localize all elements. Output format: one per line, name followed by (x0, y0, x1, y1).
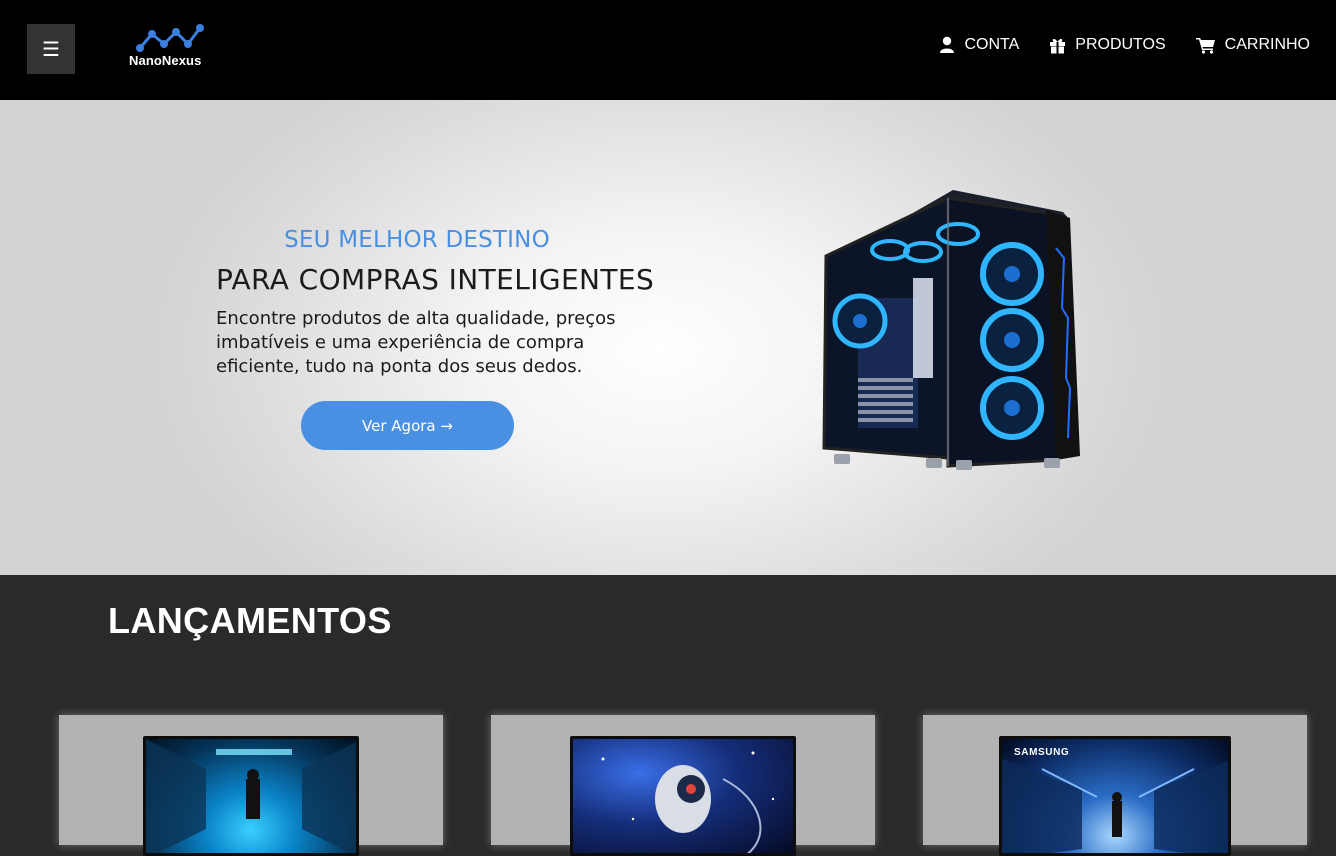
ver-agora-button[interactable]: Ver Agora → (301, 401, 514, 450)
product-image (570, 736, 796, 856)
product-card[interactable]: SAMSUNG (923, 715, 1307, 856)
nav-item-label: CONTA (964, 36, 1020, 53)
logo-mark-icon (136, 24, 204, 52)
gaming-pc-case-image (822, 190, 1080, 470)
nav-item-label: CARRINHO (1224, 36, 1310, 53)
hero-eyebrow: SEU MELHOR DESTINO (284, 227, 550, 253)
nav-item-conta[interactable]: CONTA (939, 36, 1019, 54)
hero-description: Encontre produtos de alta qualidade, pre… (216, 308, 616, 377)
nav-item-carrinho[interactable]: CARRINHO (1195, 36, 1310, 54)
menu-icon: ☰ (42, 38, 60, 61)
brand-label: SAMSUNG (1014, 747, 1070, 758)
releases-title: LANÇAMENTOS (108, 600, 392, 641)
product-image: SAMSUNG (999, 736, 1231, 856)
product-card[interactable] (491, 715, 875, 856)
cart-icon (1195, 37, 1215, 54)
main-nav: CONTA PRODUTOS CARRINHO (939, 36, 1310, 54)
menu-button[interactable]: ☰ (27, 24, 75, 74)
product-image (143, 736, 359, 856)
hero-title: PARA COMPRAS INTELIGENTES (216, 263, 655, 296)
product-card[interactable] (59, 715, 443, 856)
gift-icon (1050, 38, 1066, 54)
brand-name: NanoNexus (129, 53, 202, 68)
brand-logo[interactable]: NanoNexus (126, 22, 216, 72)
user-icon (940, 36, 955, 53)
hero-banner: SEU MELHOR DESTINO PARA COMPRAS INTELIGE… (0, 100, 1336, 575)
top-navbar: ☰ NanoNexus CONTA PRODUTOS CARRINHO (0, 0, 1336, 100)
nav-item-label: PRODUTOS (1075, 36, 1166, 53)
nav-item-produtos[interactable]: PRODUTOS (1049, 36, 1166, 54)
